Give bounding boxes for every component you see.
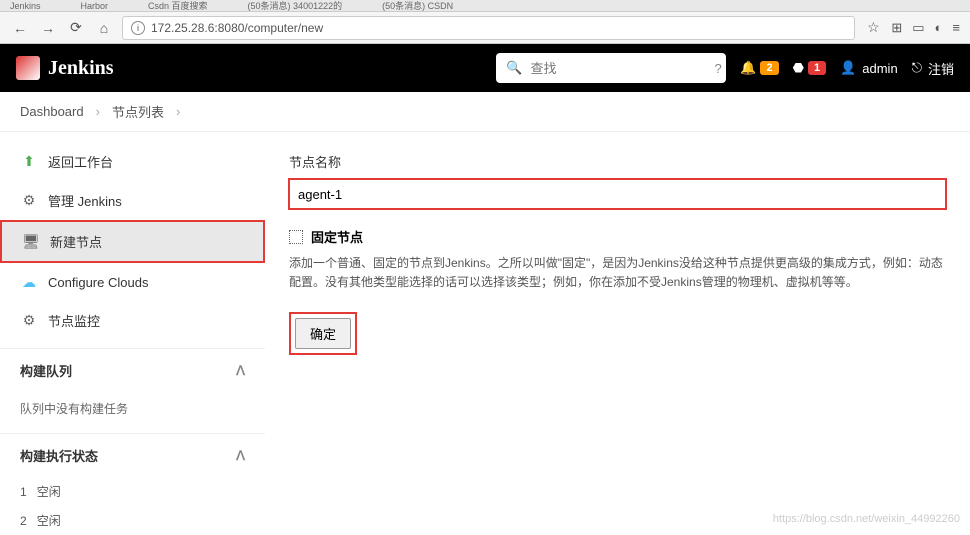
url-text: 172.25.28.6:8080/computer/new (151, 21, 323, 35)
main-layout: ⬆ 返回工作台 ⚙ 管理 Jenkins 🖥 新建节点 ☁ Configure … (0, 132, 970, 531)
chevron-up-icon: ᐱ (236, 448, 245, 464)
ok-button[interactable]: 确定 (295, 318, 351, 349)
info-icon: i (131, 21, 145, 35)
extension-icon[interactable]: ◐ (935, 20, 943, 36)
executor-row: 1 空闲 (0, 477, 265, 506)
chevron-right-icon: › (96, 104, 100, 119)
sidebar-item-clouds[interactable]: ☁ Configure Clouds (0, 263, 265, 301)
browser-tab[interactable]: (50条消息) CSDN (382, 0, 453, 12)
alert-count: 1 (808, 61, 826, 75)
node-name-label: 节点名称 (289, 152, 946, 171)
menu-icon[interactable]: ≡ (952, 20, 960, 36)
notification-badge[interactable]: 🔔 2 (740, 60, 778, 76)
reload-button[interactable]: ⟳ (66, 18, 86, 38)
search-icon: 🔍 (506, 60, 522, 76)
back-button[interactable]: ← (10, 18, 30, 38)
browser-tab[interactable]: Csdn 百度搜索 (148, 0, 208, 12)
build-queue-title: 构建队列 (20, 361, 72, 380)
breadcrumb-dashboard[interactable]: Dashboard (20, 104, 84, 119)
executor-state: 空闲 (37, 514, 61, 528)
node-name-input[interactable] (289, 179, 946, 209)
executor-num: 2 (20, 514, 27, 528)
cloud-icon: ☁ (20, 273, 38, 291)
ok-highlight: 确定 (289, 312, 357, 355)
main-content: 节点名称 固定节点 添加一个普通、固定的节点到Jenkins。之所以叫做"固定"… (265, 132, 970, 531)
username-label: admin (862, 61, 897, 76)
executor-state: 空闲 (37, 485, 61, 499)
computer-icon: 🖥 (22, 233, 40, 251)
user-icon: 👤 (840, 60, 856, 76)
executor-status-header[interactable]: 构建执行状态 ᐱ (0, 433, 265, 477)
shield-icon: ⬣ (793, 60, 804, 76)
sidebar-item-label: 返回工作台 (48, 152, 113, 171)
browser-tab[interactable]: Harbor (81, 1, 109, 11)
browser-toolbar: ← → ⟳ ⌂ i 172.25.28.6:8080/computer/new … (0, 12, 970, 44)
executor-num: 1 (20, 485, 27, 499)
sidebar-item-label: 节点监控 (48, 311, 100, 330)
user-menu[interactable]: 👤 admin (840, 60, 898, 76)
jenkins-title: Jenkins (48, 57, 114, 80)
alert-badge[interactable]: ⬣ 1 (793, 60, 826, 76)
breadcrumbs: Dashboard › 节点列表 › (0, 92, 970, 132)
radio-icon[interactable] (289, 230, 303, 244)
sidebar-item-label: 新建节点 (50, 232, 102, 251)
toolbar-extensions: ⊞ ▭ ◐ ≡ (891, 20, 960, 36)
logout-button[interactable]: ⎋ 注销 (912, 59, 954, 78)
build-queue-empty: 队列中没有构建任务 (0, 392, 265, 425)
header-right: 🔔 2 ⬣ 1 👤 admin ⎋ 注销 (740, 59, 954, 78)
executor-status-title: 构建执行状态 (20, 446, 98, 465)
sidebar-item-back[interactable]: ⬆ 返回工作台 (0, 142, 265, 181)
gear-icon: ⚙ (20, 312, 38, 330)
notification-count: 2 (760, 61, 778, 75)
arrow-up-icon: ⬆ (20, 153, 38, 171)
sidebar-item-new-node[interactable]: 🖥 新建节点 (0, 220, 265, 263)
browser-tabs: Jenkins Harbor Csdn 百度搜索 (50条消息) 3400122… (0, 0, 970, 12)
url-bar[interactable]: i 172.25.28.6:8080/computer/new (122, 16, 855, 40)
jenkins-logo[interactable]: Jenkins (16, 56, 114, 80)
sidebar-item-label: Configure Clouds (48, 275, 148, 290)
fixed-node-label: 固定节点 (311, 227, 363, 246)
browser-tab[interactable]: (50条消息) 34001222的 (248, 0, 343, 12)
chevron-right-icon: › (176, 104, 180, 119)
logout-label: 注销 (928, 59, 954, 78)
build-queue-header[interactable]: 构建队列 ᐱ (0, 348, 265, 392)
forward-button[interactable]: → (38, 18, 58, 38)
sidebar-item-manage[interactable]: ⚙ 管理 Jenkins (0, 181, 265, 220)
sidebar-item-label: 管理 Jenkins (48, 191, 122, 210)
breadcrumb-nodes[interactable]: 节点列表 (112, 102, 164, 121)
jenkins-logo-icon (16, 56, 40, 80)
fixed-node-option[interactable]: 固定节点 (289, 227, 946, 246)
watermark: https://blog.csdn.net/weixin_44992260 (773, 513, 960, 525)
search-input[interactable] (530, 61, 706, 76)
search-box[interactable]: 🔍 ? (496, 53, 726, 83)
bookmark-button[interactable]: ☆ (863, 18, 883, 38)
fixed-node-description: 添加一个普通、固定的节点到Jenkins。之所以叫做"固定"，是因为Jenkin… (289, 254, 946, 292)
extension-icon[interactable]: ⊞ (891, 20, 902, 36)
sidebar: ⬆ 返回工作台 ⚙ 管理 Jenkins 🖥 新建节点 ☁ Configure … (0, 132, 265, 531)
gear-icon: ⚙ (20, 192, 38, 210)
chevron-up-icon: ᐱ (236, 363, 245, 379)
extension-icon[interactable]: ▭ (912, 20, 924, 36)
jenkins-header: Jenkins 🔍 ? 🔔 2 ⬣ 1 👤 admin ⎋ 注销 (0, 44, 970, 92)
browser-tab[interactable]: Jenkins (10, 1, 41, 11)
help-icon[interactable]: ? (714, 61, 721, 76)
sidebar-item-monitor[interactable]: ⚙ 节点监控 (0, 301, 265, 340)
logout-icon: ⎋ (912, 60, 922, 76)
home-button[interactable]: ⌂ (94, 18, 114, 38)
bell-icon: 🔔 (740, 60, 756, 76)
